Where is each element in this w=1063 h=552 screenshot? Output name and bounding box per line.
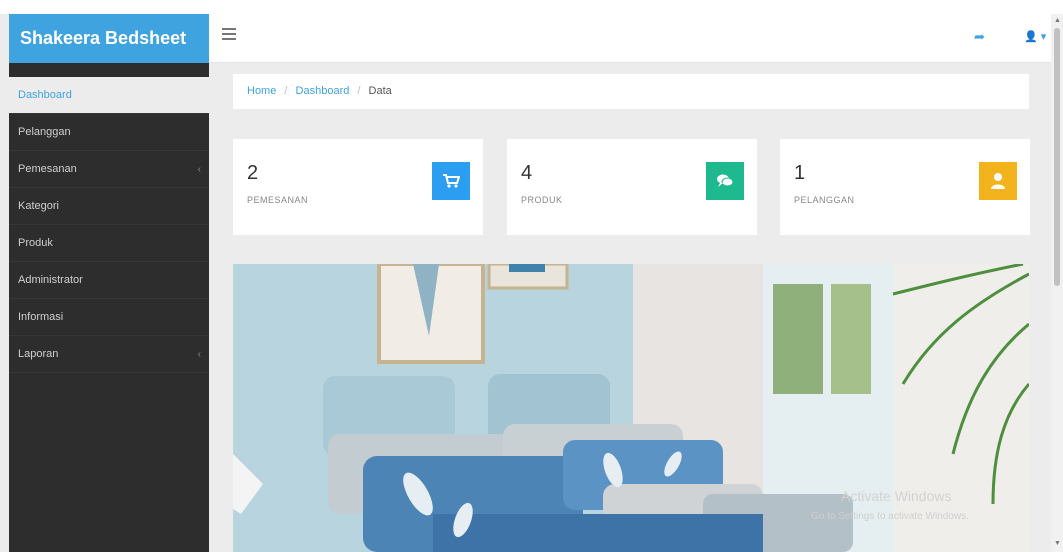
stat-card-pelanggan[interactable]: 1 PELANGGAN bbox=[780, 139, 1030, 235]
app-brand[interactable]: Shakeera Bedsheet bbox=[9, 14, 209, 63]
sidebar-item-label: Produk bbox=[18, 237, 53, 249]
user-icon bbox=[979, 162, 1017, 200]
chevron-down-icon: ▾ bbox=[1037, 31, 1047, 43]
breadcrumb-home[interactable]: Home bbox=[247, 85, 276, 97]
chevron-left-icon: ‹ bbox=[197, 164, 201, 175]
chevron-left-icon: ‹ bbox=[197, 349, 201, 360]
user-icon: 👤 bbox=[1024, 31, 1038, 43]
sidebar-item-kategori[interactable]: Kategori bbox=[9, 188, 209, 225]
stat-card-produk[interactable]: 4 PRODUK bbox=[507, 139, 757, 235]
scroll-up-icon[interactable]: ▲ bbox=[1054, 17, 1061, 24]
sidebar-item-label: Dashboard bbox=[18, 89, 72, 101]
sidebar-item-laporan[interactable]: Laporan ‹ bbox=[9, 336, 209, 373]
share-icon[interactable]: ➦ bbox=[974, 29, 985, 45]
sidebar: Dashboard Pelanggan Pemesanan ‹ Kategori… bbox=[9, 63, 209, 552]
sidebar-item-label: Kategori bbox=[18, 200, 59, 212]
sidebar-item-informasi[interactable]: Informasi bbox=[9, 299, 209, 336]
breadcrumb-current: Data bbox=[368, 85, 392, 97]
user-menu[interactable]: 👤 ▾ bbox=[1024, 30, 1046, 43]
breadcrumb-separator: / bbox=[284, 85, 288, 97]
sidebar-item-label: Pelanggan bbox=[18, 126, 71, 138]
scroll-thumb[interactable] bbox=[1054, 28, 1060, 286]
stat-label: PELANGGAN bbox=[794, 195, 855, 205]
window-top-strip bbox=[0, 0, 1063, 14]
shopping-cart-icon bbox=[432, 162, 470, 200]
hamburger-icon[interactable] bbox=[222, 28, 236, 40]
sidebar-item-label: Administrator bbox=[18, 274, 83, 286]
sidebar-item-pelanggan[interactable]: Pelanggan bbox=[9, 114, 209, 151]
sidebar-gap bbox=[9, 63, 209, 77]
bedroom-banner-image bbox=[233, 264, 1029, 552]
stat-value: 4 bbox=[521, 162, 533, 184]
comments-icon bbox=[706, 162, 744, 200]
breadcrumb: Home / Dashboard / Data bbox=[233, 74, 1029, 109]
stat-card-pemesanan[interactable]: 2 PEMESANAN bbox=[233, 139, 483, 235]
sidebar-item-label: Laporan bbox=[18, 348, 59, 360]
breadcrumb-separator: / bbox=[357, 85, 361, 97]
page-scrollbar[interactable]: ▲ ▼ bbox=[1051, 14, 1063, 552]
activate-windows-watermark: Activate Windows bbox=[841, 488, 952, 504]
stat-label: PEMESANAN bbox=[247, 195, 309, 205]
stat-value: 2 bbox=[247, 162, 259, 184]
sidebar-item-label: Informasi bbox=[18, 311, 64, 323]
sidebar-item-dashboard[interactable]: Dashboard bbox=[9, 77, 209, 114]
breadcrumb-dashboard[interactable]: Dashboard bbox=[296, 85, 350, 97]
stat-label: PRODUK bbox=[521, 195, 563, 205]
sidebar-item-produk[interactable]: Produk bbox=[9, 225, 209, 262]
sidebar-item-administrator[interactable]: Administrator bbox=[9, 262, 209, 299]
activate-windows-hint: Go to Settings to activate Windows. bbox=[811, 511, 969, 522]
sidebar-item-pemesanan[interactable]: Pemesanan ‹ bbox=[9, 151, 209, 188]
sidebar-item-label: Pemesanan bbox=[18, 163, 77, 175]
top-navbar: ➦ 👤 ▾ bbox=[209, 14, 1051, 63]
scroll-down-icon[interactable]: ▼ bbox=[1054, 540, 1061, 547]
stat-value: 1 bbox=[794, 162, 806, 184]
